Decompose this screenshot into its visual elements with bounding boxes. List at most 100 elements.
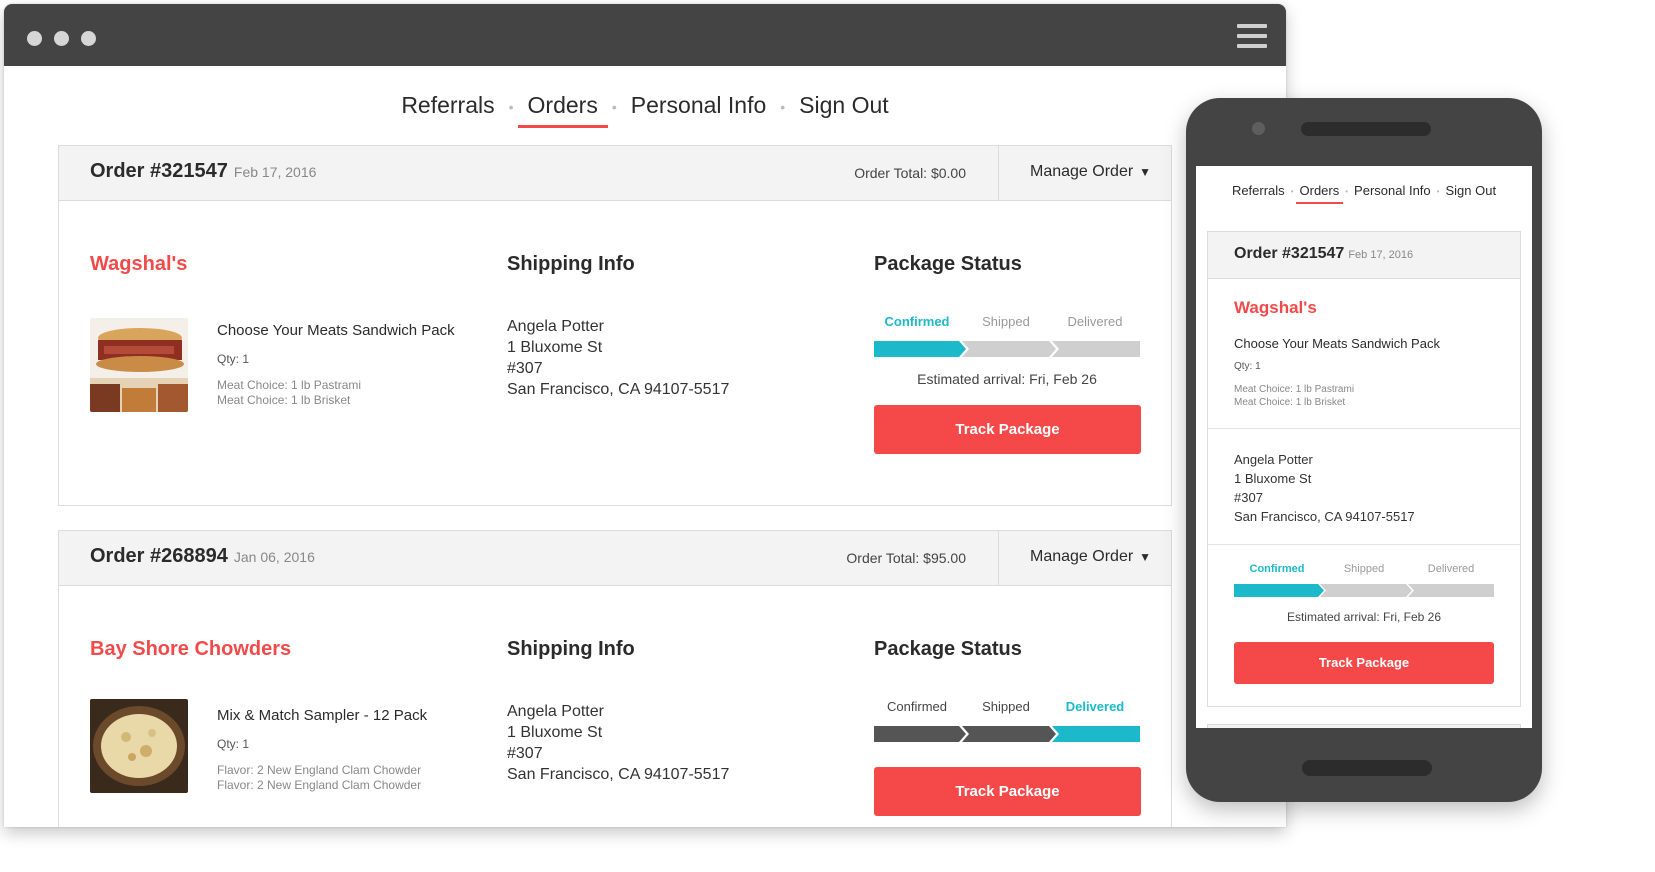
product-qty: Qty: 1 [217,352,250,366]
step-delivered: Delivered [1065,699,1125,714]
product-option: Meat Choice: 1 lb Pastrami [217,378,362,392]
product-name[interactable]: Choose Your Meats Sandwich Pack [1234,336,1440,351]
window-dot [27,31,42,46]
order-header: Order #321547 Feb 17, 2016 Order Total: $… [59,146,1171,201]
step-shipped: Shipped [1343,563,1385,575]
order-card: Order #321547 Feb 17, 2016 Wagshal's Choo… [1207,231,1521,707]
vendor-name[interactable]: Wagshal's [1234,298,1317,318]
product-qty: Qty: 1 [217,737,250,751]
nav-separator: • [508,98,514,115]
progress-segment-shipped [962,726,1056,742]
address-name: Angela Potter [507,318,604,335]
step-confirmed: Confirmed [884,314,950,329]
vendor-name[interactable]: Wagshal's [90,253,187,276]
product-image[interactable] [90,318,188,412]
address-city: San Francisco, CA 94107-5517 [507,381,730,398]
vendor-name[interactable]: Bay Shore Chowders [90,638,291,661]
section-divider [1208,428,1520,429]
progress-tracker: Confirmed Shipped Delivered [874,314,1140,357]
product-options: Flavor: 2 New England Clam Chowder Flavo… [217,763,421,793]
address-street: 1 Bluxome St [1234,471,1312,486]
address-unit: #307 [507,360,543,377]
product-image[interactable] [90,699,188,793]
shipping-address: Angela Potter 1 Bluxome St #307 San Fran… [507,701,729,785]
step-delivered: Delivered [1067,314,1123,329]
product-option: Meat Choice: 1 lb Brisket [1234,397,1346,408]
progress-segment-confirmed [874,726,966,742]
package-status-heading: Package Status [874,638,1022,660]
nav-separator: • [611,98,617,115]
progress-segment-delivered [1052,726,1140,742]
order-date: Feb 17, 2016 [233,164,317,180]
progress-segment-confirmed [1234,584,1324,597]
order-card-next [1207,724,1521,728]
nav-referrals[interactable]: Referrals [1226,183,1291,198]
order-header: Order #321547 Feb 17, 2016 [1208,232,1520,279]
address-unit: #307 [507,745,543,762]
address-street: 1 Bluxome St [507,724,603,741]
mobile-screen: Referrals • Orders • Personal Info • Sign Out … [1196,166,1532,728]
track-package-button[interactable]: Track Package [874,767,1141,816]
step-confirmed: Confirmed [1249,563,1305,575]
product-options: Meat Choice: 1 lb Pastrami Meat Choice: … [217,378,361,408]
order-date: Jan 06, 2016 [233,549,315,565]
order-card: Order #268894 Jan 06, 2016 Order Total: $… [58,530,1172,827]
track-package-button[interactable]: Track Package [1234,642,1494,684]
order-number: Order #321547 [1234,245,1345,262]
nav-sign-out[interactable]: Sign Out [787,92,901,119]
mobile-phone-mockup: Referrals • Orders • Personal Info • Sign Out … [1186,98,1542,802]
nav-personal-info[interactable]: Personal Info [1348,183,1437,198]
address-name: Angela Potter [507,703,604,720]
shipping-info-heading: Shipping Info [507,638,635,660]
product-option: Meat Choice: 1 lb Pastrami [1234,384,1355,395]
progress-segment-delivered [1408,584,1494,597]
address-unit: #307 [1234,490,1263,505]
product-option: Meat Choice: 1 lb Brisket [217,393,351,407]
nav-orders[interactable]: Orders [516,92,610,128]
account-nav: Referrals • Orders • Personal Info • Sign Out [4,92,1286,128]
browser-titlebar [4,4,1286,66]
order-header: Order #268894 Jan 06, 2016 Order Total: $… [59,531,1171,586]
shipping-info-heading: Shipping Info [507,253,635,275]
nav-orders[interactable]: Orders [1294,183,1346,204]
section-divider [1208,544,1520,545]
product-options: Meat Choice: 1 lb Pastrami Meat Choice: … [1234,383,1354,409]
progress-segment-shipped [962,341,1056,357]
step-delivered: Delivered [1427,563,1475,575]
order-total: Order Total: $0.00 [854,165,966,181]
window-dot [81,31,96,46]
phone-speaker [1301,122,1431,136]
menu-icon[interactable] [1237,24,1267,48]
product-name[interactable]: Choose Your Meats Sandwich Pack [217,322,455,339]
phone-home-bar [1302,760,1432,776]
mobile-account-nav: Referrals • Orders • Personal Info • Sign Out [1196,183,1532,204]
nav-referrals[interactable]: Referrals [389,92,506,119]
order-number: Order #268894 Jan 06, 2016 [90,545,315,567]
order-card: Order #321547 Feb 17, 2016 Order Total: $… [58,145,1172,506]
address-city: San Francisco, CA 94107-5517 [507,766,730,783]
step-confirmed: Confirmed [887,699,947,714]
package-status-heading: Package Status [874,253,1022,275]
shipping-address: Angela Potter 1 Bluxome St #307 San Fran… [1234,450,1415,526]
address-street: 1 Bluxome St [507,339,603,356]
step-shipped: Shipped [982,699,1030,714]
step-shipped: Shipped [982,314,1030,329]
caret-down-icon: ▼ [1139,550,1152,564]
progress-segment-confirmed [874,341,966,357]
order-date: Feb 17, 2016 [1348,249,1414,261]
estimated-arrival: Estimated arrival: Fri, Feb 26 [917,371,1097,387]
progress-tracker: Confirmed Shipped Delivered [874,699,1140,742]
nav-personal-info[interactable]: Personal Info [619,92,779,119]
desktop-browser-window: Referrals • Orders • Personal Info • Sign Out … [4,4,1286,827]
product-name[interactable]: Mix & Match Sampler - 12 Pack [217,707,427,724]
estimated-arrival: Estimated arrival: Fri, Feb 26 [1286,610,1442,624]
order-total: Order Total: $95.00 [846,550,966,566]
track-package-button[interactable]: Track Package [874,405,1141,454]
address-city: San Francisco, CA 94107-5517 [1234,509,1415,524]
address-name: Angela Potter [1234,452,1313,467]
manage-order-button[interactable]: Manage Order ▼ [998,146,1171,200]
phone-camera [1252,122,1265,135]
nav-sign-out[interactable]: Sign Out [1439,183,1502,198]
manage-order-button[interactable]: Manage Order ▼ [998,531,1171,585]
progress-segment-delivered [1052,341,1140,357]
